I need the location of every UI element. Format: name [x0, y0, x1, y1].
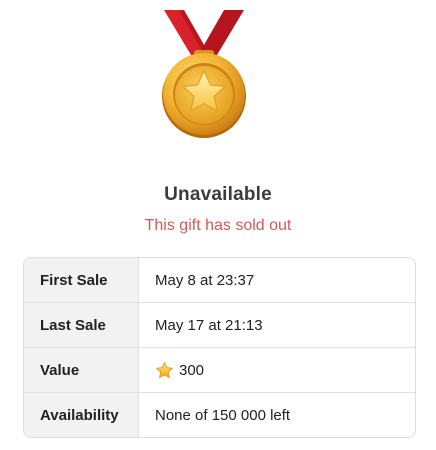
gift-details-table: First Sale May 8 at 23:37 Last Sale May … — [23, 257, 416, 438]
table-row-availability: Availability None of 150 000 left — [24, 393, 415, 437]
first-sale-value: May 8 at 23:37 — [155, 271, 255, 289]
status-title: Unavailable — [164, 184, 272, 205]
last-sale-value: May 17 at 21:13 — [155, 316, 263, 334]
star-icon — [156, 361, 173, 378]
availability-label: Availability — [24, 393, 139, 437]
gold-medal-icon — [162, 10, 246, 138]
first-sale-label: First Sale — [24, 258, 139, 302]
table-row-value: Value 300 — [24, 348, 415, 393]
availability-value: None of 150 000 left — [155, 406, 291, 424]
status-subtitle: This gift has sold out — [144, 217, 292, 234]
last-sale-label: Last Sale — [24, 303, 139, 347]
value-cell: 300 — [139, 348, 415, 392]
value-label: Value — [24, 348, 139, 392]
table-row-first-sale: First Sale May 8 at 23:37 — [24, 258, 415, 303]
table-row-last-sale: Last Sale May 17 at 21:13 — [24, 303, 415, 348]
value-amount: 300 — [179, 361, 205, 379]
gift-info-page: Unavailable This gift has sold out First… — [0, 0, 436, 450]
